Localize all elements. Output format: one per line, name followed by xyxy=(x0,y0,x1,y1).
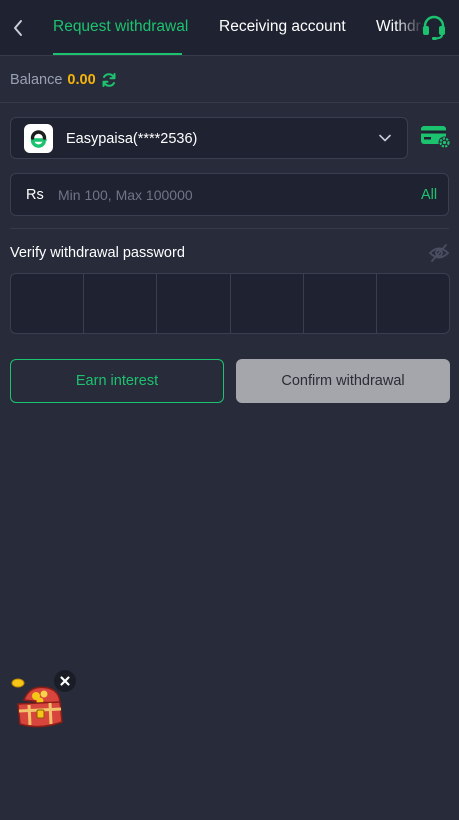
password-digit-cell[interactable] xyxy=(377,274,449,333)
balance-row: Balance 0.00 xyxy=(10,70,117,90)
top-navigation: Request withdrawal Receiving account Wit… xyxy=(0,0,459,56)
card-settings-icon[interactable] xyxy=(420,124,452,150)
balance-label: Balance xyxy=(10,72,63,88)
close-icon xyxy=(60,676,70,686)
currency-label: Rs xyxy=(26,187,44,203)
password-digit-cell[interactable] xyxy=(157,274,231,333)
close-chest-button[interactable] xyxy=(54,670,76,692)
back-button[interactable] xyxy=(8,14,28,42)
amount-input[interactable] xyxy=(58,184,388,206)
password-input[interactable] xyxy=(10,273,450,334)
account-select[interactable]: Easypaisa(****2536) xyxy=(10,117,408,159)
account-label: Easypaisa(****2536) xyxy=(66,131,198,147)
tab-request-withdrawal[interactable]: Request withdrawal xyxy=(53,18,188,36)
chevron-left-icon xyxy=(14,20,22,36)
password-label: Verify withdrawal password xyxy=(10,245,185,261)
active-tab-indicator xyxy=(53,53,182,55)
divider xyxy=(10,228,449,229)
password-digit-cell[interactable] xyxy=(304,274,377,333)
eye-off-icon[interactable] xyxy=(428,242,450,264)
earn-interest-button[interactable]: Earn interest xyxy=(10,359,224,403)
password-digit-cell[interactable] xyxy=(231,274,304,333)
balance-value: 0.00 xyxy=(67,72,96,88)
refresh-icon[interactable] xyxy=(101,72,117,88)
password-digit-cell[interactable] xyxy=(11,274,85,333)
all-amount-button[interactable]: All xyxy=(421,187,437,203)
divider xyxy=(0,102,459,103)
amount-field: Rs All xyxy=(10,173,449,216)
headset-icon[interactable] xyxy=(420,13,448,41)
confirm-withdrawal-button[interactable]: Confirm withdrawal xyxy=(236,359,450,403)
easypaisa-logo-icon xyxy=(24,124,53,153)
tab-receiving-account[interactable]: Receiving account xyxy=(219,18,346,36)
password-digit-cell[interactable] xyxy=(84,274,158,333)
chevron-down-icon xyxy=(379,134,391,142)
